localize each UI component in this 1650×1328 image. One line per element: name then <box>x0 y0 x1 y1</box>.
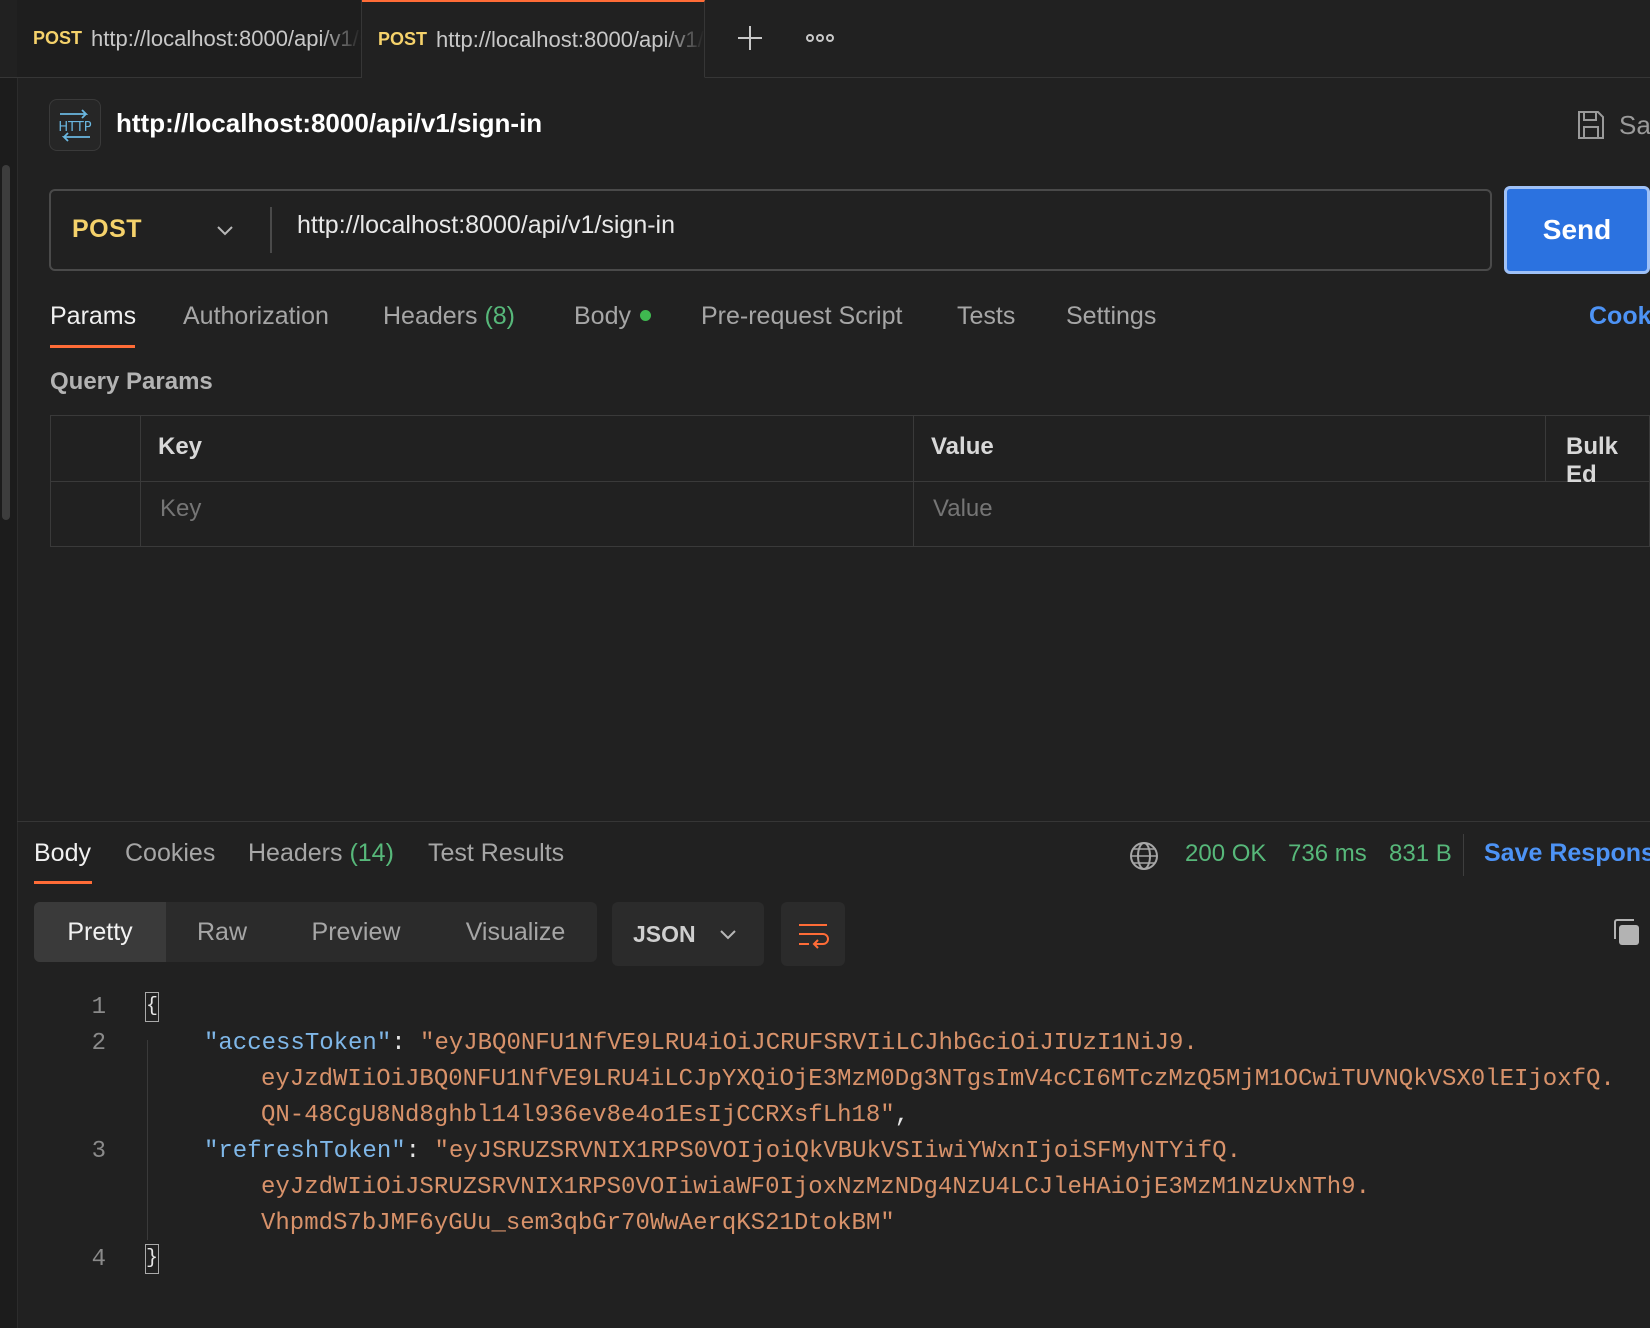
url-divider <box>270 207 272 253</box>
tab-label: Headers <box>383 302 478 330</box>
tab-label: Cookies <box>125 839 216 867</box>
bulk-edit-button[interactable]: Bulk Ed <box>1566 433 1650 489</box>
tab-fade <box>664 2 704 77</box>
active-tab-underline <box>34 881 92 884</box>
chevron-down-icon <box>212 220 238 242</box>
headers-count: (8) <box>484 302 516 330</box>
headers-count: (14) <box>349 839 394 867</box>
param-value-input[interactable] <box>933 495 1533 523</box>
tab-label: Tests <box>957 302 1016 330</box>
json-line-access-token: "accessToken": "eyJBQ0NFU1NfVE9LRU4iOiJC… <box>204 1030 1198 1057</box>
tab-body[interactable]: Body <box>574 302 651 331</box>
json-string-continuation: QN-48CgU8Nd8ghbl14l936ev8e4o1EsIjCCRXsfL… <box>261 1102 910 1129</box>
wrap-lines-button[interactable] <box>781 902 845 966</box>
response-tab-body[interactable]: Body <box>34 839 91 868</box>
json-string-continuation: eyJzdWIiOiJSRUZSRVNIX1RPS0VOIiwiaWF0Ijox… <box>261 1174 1370 1201</box>
line-number: 1 <box>91 994 106 1021</box>
tab-tests[interactable]: Tests <box>957 302 1015 331</box>
table-col-divider <box>140 415 141 547</box>
tab-label: Headers <box>248 839 343 867</box>
request-tab-1[interactable]: POST http://localhost:8000/api/v1/sign-i… <box>17 0 362 77</box>
json-key: "refreshToken" <box>204 1138 406 1165</box>
tab-params[interactable]: Params <box>50 302 136 331</box>
save-button-label[interactable]: Sa <box>1619 110 1650 141</box>
body-indicator-dot <box>639 309 651 321</box>
send-button[interactable]: Send <box>1504 186 1650 274</box>
json-line-refresh-token: "refreshToken": "eyJSRUZSRVNIX1RPS0VOIjo… <box>204 1138 1241 1165</box>
view-preview-button[interactable]: Preview <box>278 902 434 962</box>
format-label: JSON <box>633 921 696 947</box>
value-column-header: Value <box>931 433 994 460</box>
tab-label: Body <box>34 839 91 867</box>
tab-headers[interactable]: Headers (8) <box>383 302 515 331</box>
tab-authorization[interactable]: Authorization <box>183 302 329 331</box>
tab-pre-request-script[interactable]: Pre-request Script <box>701 302 902 331</box>
left-scrollbar[interactable] <box>2 165 10 520</box>
json-string: QN-48CgU8Nd8ghbl14l936ev8e4o1EsIjCCRXsfL… <box>261 1102 895 1129</box>
view-raw-button[interactable]: Raw <box>166 902 278 962</box>
response-tab-cookies[interactable]: Cookies <box>125 839 215 868</box>
active-tab-underline <box>50 345 135 348</box>
query-params-title: Query Params <box>50 368 213 395</box>
json-string: "eyJBQ0NFU1NfVE9LRU4iOiJCRUFSRVIiLCJhbGc… <box>420 1030 1198 1057</box>
tab-label: Authorization <box>183 302 329 330</box>
copy-icon[interactable] <box>1610 916 1642 948</box>
response-tab-headers[interactable]: Headers (14) <box>248 839 394 868</box>
globe-icon[interactable] <box>1128 840 1160 872</box>
json-string-continuation: VhpmdS7bJMF6yGUu_sem3qbGr70WwAerqKS21Dto… <box>261 1210 895 1237</box>
json-string: "eyJSRUZSRVNIX1RPS0VOIjoiQkVBUkVSIiwiYWx… <box>434 1138 1241 1165</box>
chevron-down-icon <box>715 925 741 945</box>
view-pretty-button[interactable]: Pretty <box>34 902 166 962</box>
line-number: 4 <box>91 1246 106 1273</box>
view-visualize-button[interactable]: Visualize <box>434 902 597 962</box>
json-key: "accessToken" <box>204 1030 392 1057</box>
tab-label: Settings <box>1066 302 1157 330</box>
response-size[interactable]: 831 B <box>1389 840 1452 868</box>
save-icon[interactable] <box>1576 109 1606 141</box>
tab-method: POST <box>378 29 428 49</box>
method-label: POST <box>72 215 143 243</box>
response-section-divider[interactable] <box>17 821 1650 822</box>
status-code[interactable]: 200 OK <box>1185 840 1266 868</box>
table-col-divider <box>913 415 914 547</box>
json-close-brace: } <box>145 1244 159 1274</box>
url-input[interactable] <box>297 211 1447 240</box>
save-response-button[interactable]: Save Respons <box>1484 839 1650 868</box>
tab-method: POST <box>33 28 83 48</box>
line-number: 2 <box>91 1030 106 1057</box>
wrap-lines-icon <box>799 924 829 949</box>
response-time[interactable]: 736 ms <box>1288 840 1367 868</box>
more-tabs-button[interactable] <box>800 18 840 58</box>
more-icon <box>806 34 834 42</box>
response-tab-test-results[interactable]: Test Results <box>428 839 564 868</box>
tab-settings[interactable]: Settings <box>1066 302 1156 331</box>
line-number: 3 <box>91 1138 106 1165</box>
indent-guide <box>147 1040 148 1240</box>
tab-label: Pre-request Script <box>701 302 903 330</box>
json-string-continuation: eyJzdWIiOiJBQ0NFU1NfVE9LRU4iLCJpYXQiOjE3… <box>261 1066 1615 1093</box>
json-open-brace: { <box>145 992 159 1022</box>
plus-icon <box>738 26 762 50</box>
svg-text:HTTP: HTTP <box>58 120 91 135</box>
status-divider <box>1463 834 1464 876</box>
cookies-link[interactable]: Cook <box>1589 302 1650 331</box>
table-row-divider <box>50 481 1650 482</box>
new-tab-button[interactable] <box>730 18 770 58</box>
tab-label: Params <box>50 302 137 330</box>
tab-label: Body <box>574 302 631 330</box>
tab-label: Test Results <box>428 839 565 867</box>
key-column-header: Key <box>158 433 203 460</box>
tab-fade <box>321 0 361 77</box>
table-col-divider <box>1545 415 1546 481</box>
http-request-icon: HTTP <box>49 99 101 151</box>
request-title[interactable]: http://localhost:8000/api/v1/sign-in <box>116 108 542 139</box>
request-tab-2-active[interactable]: POST http://localhost:8000/api/v1/sign-i… <box>362 0 705 78</box>
param-key-input[interactable] <box>160 495 760 523</box>
